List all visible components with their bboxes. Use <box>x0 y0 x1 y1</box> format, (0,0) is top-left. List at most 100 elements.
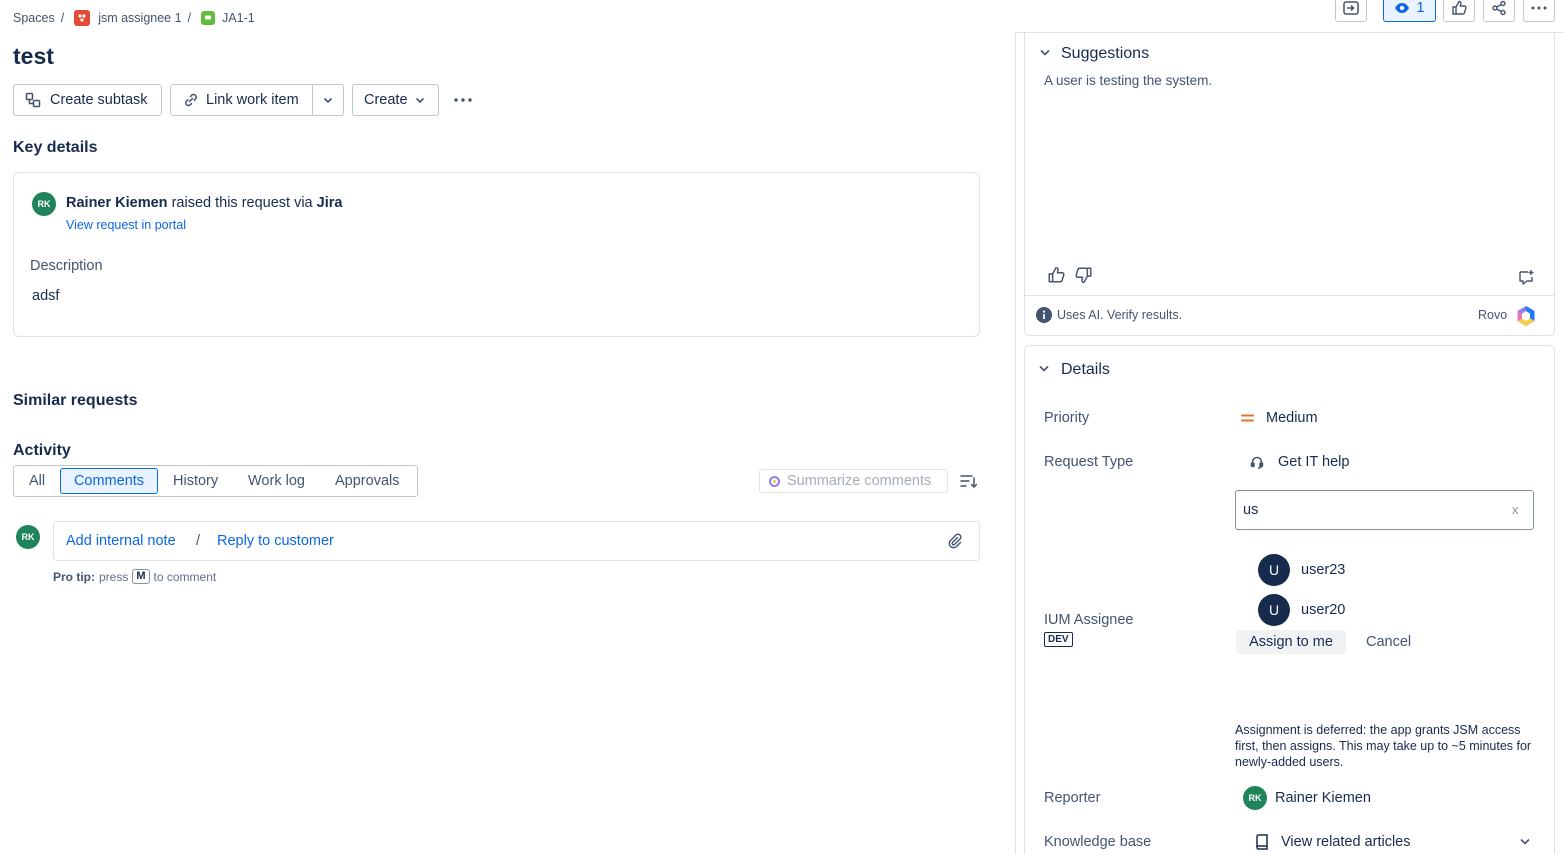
page-title[interactable]: test <box>13 43 54 70</box>
key-details-heading[interactable]: Key details <box>13 139 97 157</box>
user-option[interactable]: U user23 <box>1258 554 1458 586</box>
pro-tip: Pro tip: press M to comment <box>53 569 216 584</box>
reporter-field[interactable]: RK Rainer Kiemen <box>1243 786 1371 810</box>
avatar: RK <box>1243 786 1267 810</box>
rovo-label: Rovo <box>1478 308 1508 322</box>
create-subtask-label: Create subtask <box>50 92 148 108</box>
summarize-comments-button[interactable]: Summarize comments <box>759 469 948 493</box>
more-icon <box>454 98 472 102</box>
suggestions-footer-divider <box>1025 295 1554 296</box>
priority-value: Medium <box>1266 410 1318 426</box>
clear-search-button[interactable]: x <box>1512 502 1519 517</box>
ai-sparkle-icon <box>769 475 780 487</box>
user-option[interactable]: U user20 <box>1258 594 1458 626</box>
tab-comments-label: Comments <box>73 473 145 489</box>
project-icon <box>74 10 91 26</box>
avatar: U <box>1258 554 1290 586</box>
tab-comments[interactable]: Comments <box>60 468 158 494</box>
breadcrumb-project[interactable]: jsm assignee 1 <box>98 11 181 25</box>
work-item-type-icon <box>201 11 216 25</box>
ai-note: Uses AI. Verify results. <box>1057 308 1183 322</box>
vote-button[interactable] <box>1443 0 1475 22</box>
reporter-name[interactable]: Rainer Kiemen <box>66 195 168 211</box>
iu-assignee-label: IUM Assignee <box>1044 612 1134 628</box>
thumbs-down-icon[interactable] <box>1075 266 1093 284</box>
info-icon <box>1036 307 1052 323</box>
view-request-in-portal-link[interactable]: View request in portal <box>66 218 186 232</box>
cancel-button[interactable]: Cancel <box>1366 634 1411 650</box>
request-type-value: Get IT help <box>1278 454 1350 470</box>
details-header[interactable]: Details <box>1025 355 1545 385</box>
eye-icon <box>1394 2 1410 14</box>
reply-to-customer-button[interactable]: Reply to customer <box>217 533 334 549</box>
tab-history[interactable]: History <box>173 469 218 493</box>
suggestions-text: A user is testing the system. <box>1044 73 1213 88</box>
share-button[interactable] <box>1483 0 1515 22</box>
request-type-field[interactable]: Get IT help <box>1250 450 1349 474</box>
suggestions-header[interactable]: Suggestions <box>1025 33 1554 73</box>
create-subtask-button[interactable]: Create subtask <box>13 84 162 116</box>
chevron-down-icon <box>414 94 426 106</box>
tab-work-log[interactable]: Work log <box>248 469 305 493</box>
sort-button[interactable] <box>957 471 979 491</box>
link-icon <box>183 92 199 108</box>
priority-field[interactable]: Medium <box>1240 406 1318 430</box>
chevron-down-icon <box>322 94 334 106</box>
breadcrumb-issue-key[interactable]: JA1-1 <box>222 11 255 25</box>
details-heading: Details <box>1061 361 1110 378</box>
avatar: U <box>1258 594 1290 626</box>
more-actions-button[interactable] <box>1523 0 1555 22</box>
breadcrumb-separator: / <box>60 11 65 25</box>
link-work-item-button[interactable]: Link work item <box>170 84 313 116</box>
assign-to-me-button[interactable]: Assign to me <box>1236 630 1346 654</box>
activity-heading: Activity <box>13 442 71 459</box>
tab-all[interactable]: All <box>29 469 45 493</box>
tab-approvals[interactable]: Approvals <box>335 469 399 493</box>
feedback-button[interactable] <box>1335 0 1367 22</box>
book-icon <box>1255 834 1269 850</box>
avatar: RK <box>32 192 56 216</box>
thumbs-up-icon[interactable] <box>1047 266 1065 284</box>
sort-icon <box>959 474 977 488</box>
knowledge-base-label: Knowledge base <box>1044 834 1152 850</box>
share-icon <box>1491 0 1507 16</box>
link-work-item-label: Link work item <box>206 92 299 108</box>
pro-tip-press: press <box>99 569 129 584</box>
more-actions-button[interactable] <box>449 88 477 112</box>
feedback-icon <box>1343 1 1359 15</box>
key-details-panel: RK Rainer Kiemen raised this request via… <box>13 172 980 337</box>
summarize-comments-label: Summarize comments <box>787 473 932 489</box>
knowledge-base-field[interactable]: View related articles <box>1255 830 1531 854</box>
suggestions-panel: A user is testing the system. Suggestion… <box>1024 33 1555 336</box>
knowledge-base-value: View related articles <box>1281 834 1411 850</box>
description-value[interactable]: adsf <box>32 288 59 304</box>
similar-requests-heading[interactable]: Similar requests <box>13 392 138 410</box>
chevron-down-icon <box>1519 837 1531 847</box>
thumbs-up-icon <box>1451 0 1467 16</box>
more-icon <box>1531 6 1547 10</box>
channel-name: Jira <box>316 195 343 211</box>
reporter-value: Rainer Kiemen <box>1275 790 1371 806</box>
ai-feedback-icon[interactable] <box>1517 269 1535 287</box>
user-option-name: user23 <box>1301 562 1346 578</box>
comment-box[interactable]: Add internal note / Reply to customer <box>53 521 980 561</box>
description-label: Description <box>30 258 103 274</box>
add-internal-note-button[interactable]: Add internal note <box>66 533 176 549</box>
raised-request-line: Rainer Kiemen raised this request via Ji… <box>66 195 342 211</box>
raised-text: raised this request via <box>171 195 313 211</box>
breadcrumb: Spaces / jsm assignee 1 / JA1-1 <box>13 10 255 26</box>
headset-icon <box>1250 455 1264 469</box>
breadcrumb-spaces[interactable]: Spaces <box>13 11 55 25</box>
rovo-logo-icon <box>1516 305 1536 327</box>
create-button[interactable]: Create <box>352 84 439 116</box>
assignee-search-input[interactable]: us x <box>1235 490 1534 530</box>
link-options-dropdown[interactable] <box>312 84 344 116</box>
priority-medium-icon <box>1240 413 1256 423</box>
watch-button[interactable]: 1 <box>1383 0 1436 22</box>
subtask-icon <box>25 92 41 108</box>
breadcrumb-separator: / <box>187 11 192 25</box>
attachment-icon[interactable] <box>947 533 963 549</box>
keyboard-key: M <box>132 569 150 584</box>
pro-tip-label: Pro tip: <box>53 569 95 584</box>
chevron-down-icon <box>1039 48 1051 58</box>
